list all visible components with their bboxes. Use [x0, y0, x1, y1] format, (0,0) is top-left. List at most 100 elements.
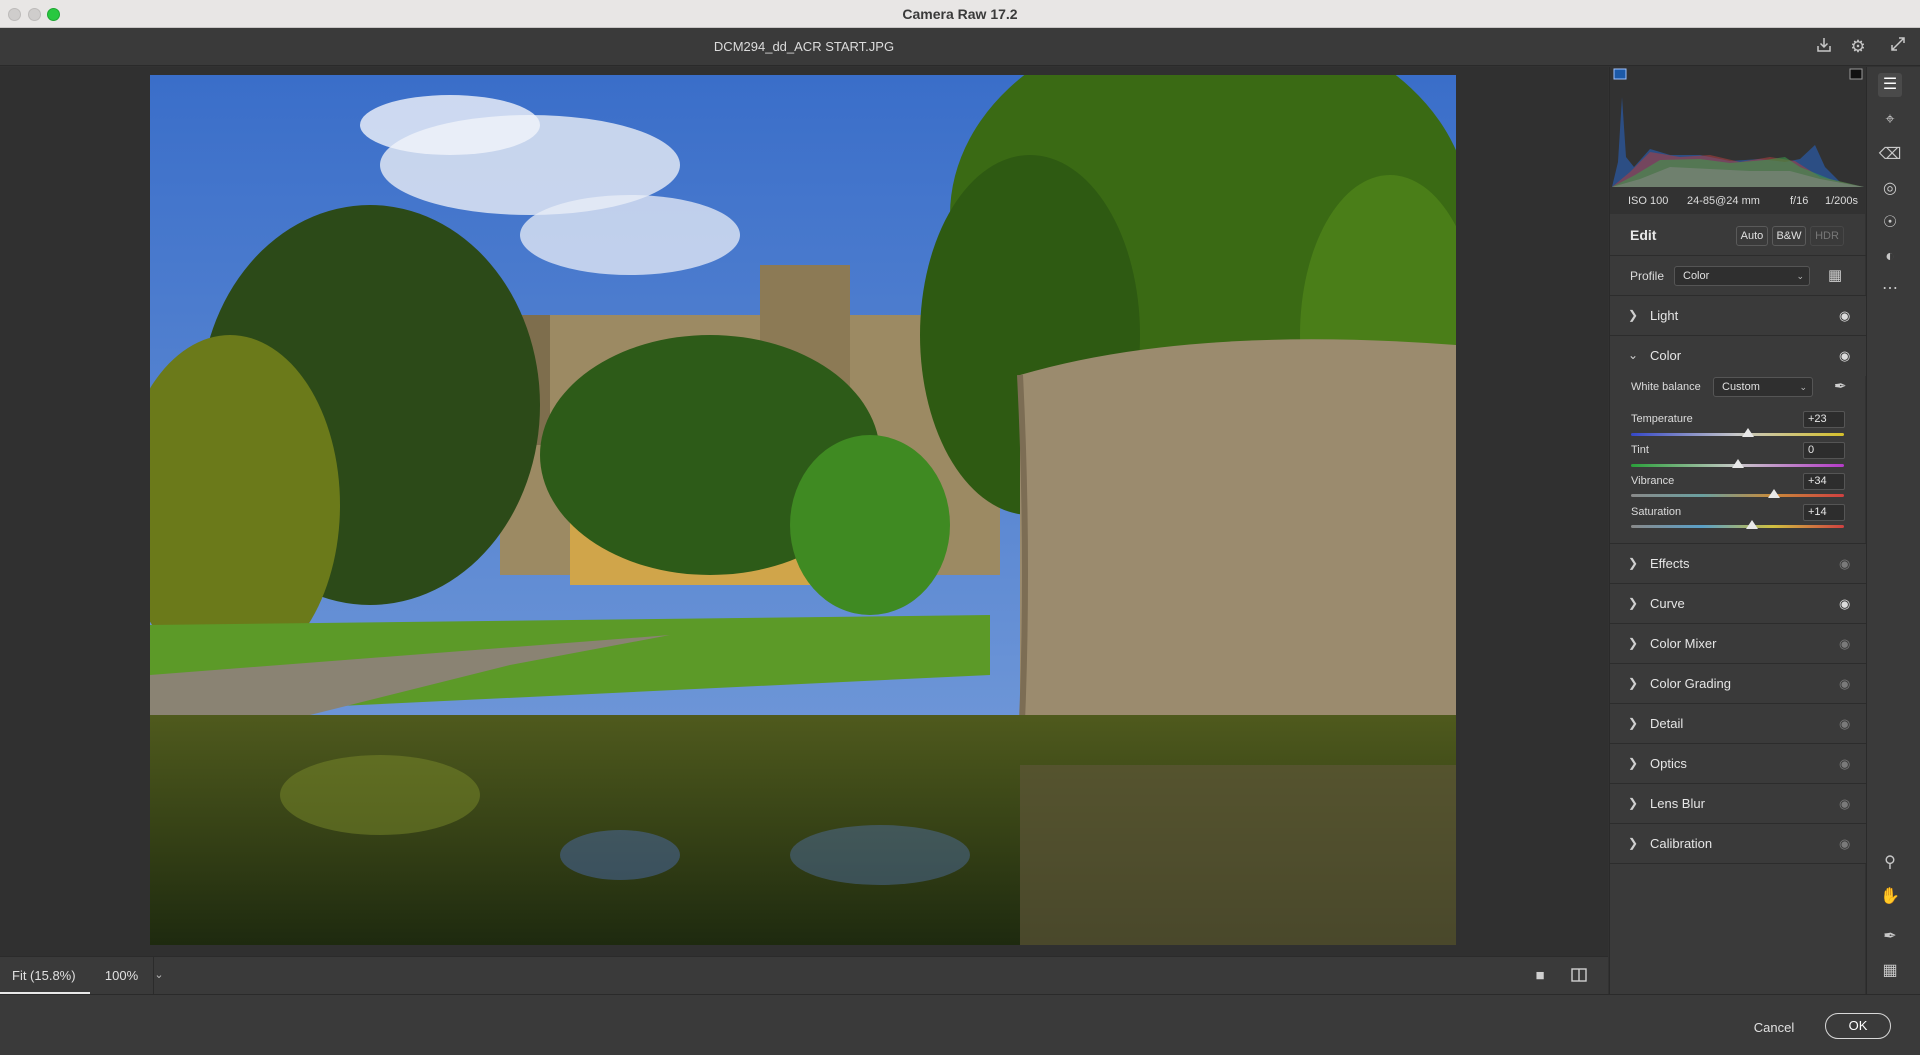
- chevron-down-icon: ⌄: [1799, 382, 1807, 392]
- eye-icon[interactable]: ◉: [1839, 836, 1850, 852]
- saturation-value[interactable]: +14: [1803, 504, 1845, 521]
- edit-sliders-icon[interactable]: ☰: [1878, 73, 1902, 97]
- profile-row: Profile Color ⌄ ▦: [1610, 256, 1866, 296]
- zoom-tool-icon[interactable]: ⚲: [1878, 851, 1902, 875]
- section-color-mixer[interactable]: ❯ Color Mixer ◉: [1610, 624, 1866, 664]
- eye-icon[interactable]: ◉: [1839, 348, 1850, 364]
- chevron-right-icon: ❯: [1628, 716, 1639, 730]
- presets-icon[interactable]: ◐: [1878, 245, 1902, 269]
- exif-lens: 24-85@24 mm: [1687, 195, 1760, 207]
- section-calibration-label: Calibration: [1650, 836, 1713, 851]
- eye-icon[interactable]: ◉: [1839, 308, 1850, 324]
- edit-panel: ISO 100 24-85@24 mm f/16 1/200s Edit Aut…: [1609, 67, 1866, 994]
- white-balance-value: Custom: [1722, 381, 1760, 393]
- chevron-right-icon: ❯: [1628, 308, 1639, 322]
- more-options-icon[interactable]: ⋯: [1878, 277, 1902, 301]
- chevron-right-icon: ❯: [1628, 596, 1639, 610]
- compare-view-icon[interactable]: [1570, 967, 1588, 985]
- eyedropper-icon[interactable]: ✒: [1834, 377, 1847, 395]
- profile-label: Profile: [1630, 269, 1665, 283]
- color-sampler-icon[interactable]: ✒: [1878, 925, 1902, 949]
- vibrance-track[interactable]: [1631, 494, 1844, 497]
- chevron-down-icon: ⌄: [1628, 348, 1639, 362]
- red-eye-icon[interactable]: ☉: [1878, 211, 1902, 235]
- eraser-icon[interactable]: ⌫: [1878, 143, 1902, 167]
- chevron-right-icon: ❯: [1628, 556, 1639, 570]
- ok-button[interactable]: OK: [1825, 1013, 1891, 1039]
- eye-icon[interactable]: ◉: [1839, 556, 1850, 572]
- section-color[interactable]: ⌄ Color ◉: [1610, 336, 1866, 376]
- grid-overlay-icon[interactable]: ▦: [1878, 959, 1902, 983]
- section-optics[interactable]: ❯ Optics ◉: [1610, 744, 1866, 784]
- hdr-button[interactable]: HDR: [1810, 226, 1844, 246]
- section-curve-label: Curve: [1650, 596, 1685, 611]
- save-icon[interactable]: [1813, 36, 1835, 58]
- section-color-label: Color: [1650, 348, 1682, 363]
- saturation-label: Saturation: [1631, 506, 1682, 518]
- section-color-grading-label: Color Grading: [1650, 676, 1731, 691]
- saturation-slider-thumb[interactable]: [1746, 520, 1759, 529]
- section-calibration[interactable]: ❯ Calibration ◉: [1610, 824, 1866, 864]
- masking-icon[interactable]: ◎: [1878, 177, 1902, 201]
- white-balance-select[interactable]: Custom ⌄: [1713, 377, 1813, 397]
- gear-icon[interactable]: ⚙: [1847, 36, 1869, 58]
- image-canvas[interactable]: [0, 67, 1608, 956]
- section-color-grading[interactable]: ❯ Color Grading ◉: [1610, 664, 1866, 704]
- tint-slider-thumb[interactable]: [1731, 459, 1744, 468]
- exif-info-bar: ISO 100 24-85@24 mm f/16 1/200s: [1610, 190, 1866, 214]
- section-effects[interactable]: ❯ Effects ◉: [1610, 544, 1866, 584]
- eye-icon[interactable]: ◉: [1839, 636, 1850, 652]
- bw-button[interactable]: B&W: [1772, 226, 1806, 246]
- before-after-toggle-icon[interactable]: ■: [1531, 967, 1549, 985]
- section-lens-blur[interactable]: ❯ Lens Blur ◉: [1610, 784, 1866, 824]
- photo-preview[interactable]: [150, 75, 1456, 945]
- profile-browser-icon[interactable]: ▦: [1828, 266, 1842, 284]
- fullscreen-icon[interactable]: [1887, 36, 1909, 58]
- section-effects-label: Effects: [1650, 556, 1690, 571]
- zoom-fit-button[interactable]: Fit (15.8%): [0, 957, 90, 994]
- section-curve[interactable]: ❯ Curve ◉: [1610, 584, 1866, 624]
- chevron-right-icon: ❯: [1628, 836, 1639, 850]
- temperature-slider-thumb[interactable]: [1742, 428, 1755, 437]
- profile-select-value: Color: [1683, 270, 1710, 282]
- section-lens-blur-label: Lens Blur: [1650, 796, 1705, 811]
- vibrance-value[interactable]: +34: [1803, 473, 1845, 490]
- histogram: [1610, 67, 1866, 190]
- profile-select[interactable]: Color ⌄: [1674, 266, 1810, 286]
- vibrance-slider-thumb[interactable]: [1767, 489, 1780, 498]
- edit-header: Edit Auto B&W HDR: [1610, 214, 1866, 256]
- chevron-right-icon: ❯: [1628, 676, 1639, 690]
- tint-value[interactable]: 0: [1803, 442, 1845, 459]
- chevron-right-icon: ❯: [1628, 796, 1639, 810]
- exif-aperture: f/16: [1790, 195, 1809, 207]
- zoom-100-button[interactable]: 100%: [90, 957, 154, 994]
- chevron-down-icon: ⌄: [1796, 271, 1804, 281]
- section-light-label: Light: [1650, 308, 1679, 323]
- white-balance-label: White balance: [1631, 381, 1701, 393]
- file-name: DCM294_dd_ACR START.JPG: [713, 39, 895, 54]
- temperature-value[interactable]: +23: [1803, 411, 1845, 428]
- zoom-dropdown-chevron-icon[interactable]: ⌄: [151, 957, 167, 994]
- section-optics-label: Optics: [1650, 756, 1687, 771]
- section-light[interactable]: ❯ Light ◉: [1610, 296, 1866, 336]
- auto-button[interactable]: Auto: [1736, 226, 1768, 246]
- temperature-track[interactable]: [1631, 433, 1844, 436]
- eye-icon[interactable]: ◉: [1839, 596, 1850, 612]
- app-title: Camera Raw 17.2: [902, 6, 1018, 22]
- crop-icon[interactable]: ⌖: [1878, 108, 1902, 132]
- edit-title: Edit: [1630, 227, 1657, 243]
- dialog-footer: Cancel OK: [0, 994, 1920, 1055]
- exif-iso: ISO 100: [1628, 195, 1669, 207]
- saturation-track[interactable]: [1631, 525, 1844, 528]
- section-detail-label: Detail: [1650, 716, 1684, 731]
- eye-icon[interactable]: ◉: [1839, 716, 1850, 732]
- eye-icon[interactable]: ◉: [1839, 796, 1850, 812]
- cancel-button[interactable]: Cancel: [1734, 1016, 1814, 1040]
- eye-icon[interactable]: ◉: [1839, 676, 1850, 692]
- exif-shutter: 1/200s: [1825, 195, 1859, 207]
- eye-icon[interactable]: ◉: [1839, 756, 1850, 772]
- hand-tool-icon[interactable]: ✋: [1878, 885, 1902, 909]
- section-color-mixer-label: Color Mixer: [1650, 636, 1717, 651]
- section-detail[interactable]: ❯ Detail ◉: [1610, 704, 1866, 744]
- document-topbar: DCM294_dd_ACR START.JPG ⚙: [0, 28, 1920, 66]
